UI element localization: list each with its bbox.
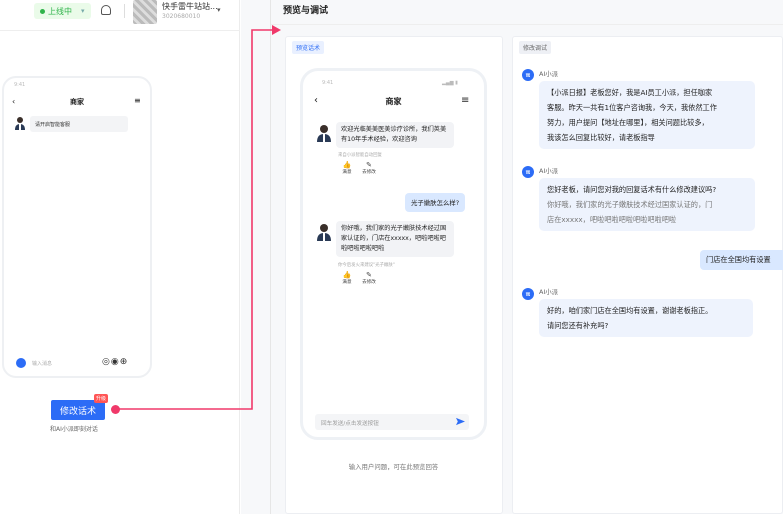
satisfied-button[interactable]: 👍 满意 [338, 161, 356, 175]
ai-line: 努力，用户提问【地址在哪里】，相关问题比较多， [547, 118, 709, 127]
phone-title: 商家 [385, 97, 402, 106]
menu-icon: ≡ [134, 96, 141, 105]
go-edit-label: 去修改 [362, 170, 376, 175]
mini-input: 输入消息 [32, 361, 53, 367]
mini-action-icons: ◎◉⊕ [102, 357, 129, 367]
status-dot [40, 8, 45, 14]
message-hint: 你今后发火来建议"光子嫩肤" [338, 263, 395, 268]
chevron-down-icon: ▾ [81, 7, 85, 15]
edit-icon: ✎ [366, 161, 372, 169]
divider [271, 24, 783, 25]
ai-message: 您好老板，请问您对我的回复话术有什么修改建议吗? 你好哦，我们家的光子嫩肤技术经… [539, 178, 755, 231]
ai-name: AI小派 [539, 167, 559, 175]
message-hint: 来自小派智能自动回复 [338, 153, 382, 158]
preview-footer: 输入用户问题，可在此预览回答 [348, 463, 439, 471]
ai-line: 【小派日报】老板您好，我是AI员工小派，担任咖家 [547, 88, 713, 97]
go-edit-button[interactable]: ✎ 去修改 [360, 161, 378, 175]
edit-button-subtext: 和AI小派即刻对话 [50, 426, 98, 433]
signal-battery-icon: ▂▄▆ ▮ [442, 80, 458, 86]
user-message: 门店在全国均有设置 [700, 250, 783, 270]
doctor-avatar-icon [317, 125, 331, 142]
ai-line: 客服。昨天一共有1位客户咨询我，今天，我依然工作 [547, 103, 717, 112]
ai-avatar-icon: π [522, 69, 534, 81]
ai-name: AI小派 [539, 288, 559, 296]
ai-line: 请问您还有补充吗? [547, 321, 609, 330]
connector-dot [111, 405, 120, 414]
ai-message: 【小派日报】老板您好，我是AI员工小派，担任咖家 客服。昨天一共有1位客户咨询我… [539, 81, 755, 149]
online-status-dropdown[interactable]: 上线中 ▾ [34, 3, 91, 19]
ai-line: 好的，咱们家门店在全国均有设置，谢谢老板指正。 [547, 306, 713, 315]
ai-line: 我该怎么回复比较好，请老板指导 [547, 133, 655, 142]
doctor-avatar-icon [15, 117, 25, 130]
phone-status-time: 9:41 [322, 80, 334, 86]
page-title: 预览与调试 [283, 6, 329, 16]
edit-debug-tag: 修改调试 [519, 41, 552, 54]
shop-id: 3020680010 [162, 13, 201, 20]
satisfied-label: 满意 [342, 280, 352, 285]
divider [270, 0, 271, 514]
ai-message: 好的，咱们家门店在全国均有设置，谢谢老板指正。 请问您还有补充吗? [539, 299, 753, 337]
ai-quoted-line: 你好哦，我们家的光子嫩肤技术经过国家认证的，门 [547, 200, 713, 209]
shop-avatar [133, 0, 157, 24]
ai-quoted-line: 店在xxxxx，吧啦吧啦吧啦吧啦吧啦吧啦 [547, 215, 677, 224]
bot-message: 欢迎光临美美医美诊疗诊所，我们英美有10年手术经验，欢迎咨询 [336, 122, 454, 148]
menu-icon[interactable]: ≡ [461, 95, 469, 106]
preview-chat-input[interactable]: 回车发送/点击发送按钮 [315, 414, 469, 430]
user-message: 光子嫩肤怎么样? [405, 193, 466, 212]
satisfied-button[interactable]: 👍 满意 [338, 271, 356, 285]
edit-script-button[interactable]: 修改话术 [51, 400, 105, 420]
chevron-down-icon[interactable]: ▾ [217, 6, 221, 14]
divider [124, 4, 125, 18]
thumbs-up-icon: 👍 [342, 161, 352, 169]
upgrade-badge: 升级 [94, 394, 109, 403]
status-label: 上线中 [48, 6, 72, 16]
ai-name: AI小派 [539, 70, 559, 78]
edit-icon: ✎ [366, 271, 372, 279]
go-edit-button[interactable]: ✎ 去修改 [360, 271, 378, 285]
thumbs-up-icon: 👍 [342, 271, 352, 279]
shop-name[interactable]: 快手雷牛站站... [162, 1, 218, 12]
ai-line: 您好老板，请问您对我的回复话术有什么修改建议吗? [547, 185, 717, 194]
ai-avatar-icon: π [522, 166, 534, 178]
doctor-avatar-icon [317, 224, 331, 241]
divider [0, 30, 240, 31]
mini-phone-title: 商家 [70, 98, 84, 106]
send-icon[interactable] [456, 417, 465, 426]
mini-chat-bubble: 请开启智能客服 [30, 116, 128, 132]
preview-tag: 预览话术 [292, 41, 325, 54]
bot-message: 你好哦，我们家的光子嫩肤技术经过国家认证的，门店在xxxxx，吧啦吧啦吧啦吧啦吧… [336, 221, 454, 257]
mini-status-time: 9:41 [14, 82, 26, 88]
satisfied-label: 满意 [342, 170, 352, 175]
go-edit-label: 去修改 [362, 280, 376, 285]
ai-avatar-icon: π [522, 288, 534, 300]
voice-icon [16, 358, 26, 368]
bell-icon[interactable] [101, 5, 111, 15]
